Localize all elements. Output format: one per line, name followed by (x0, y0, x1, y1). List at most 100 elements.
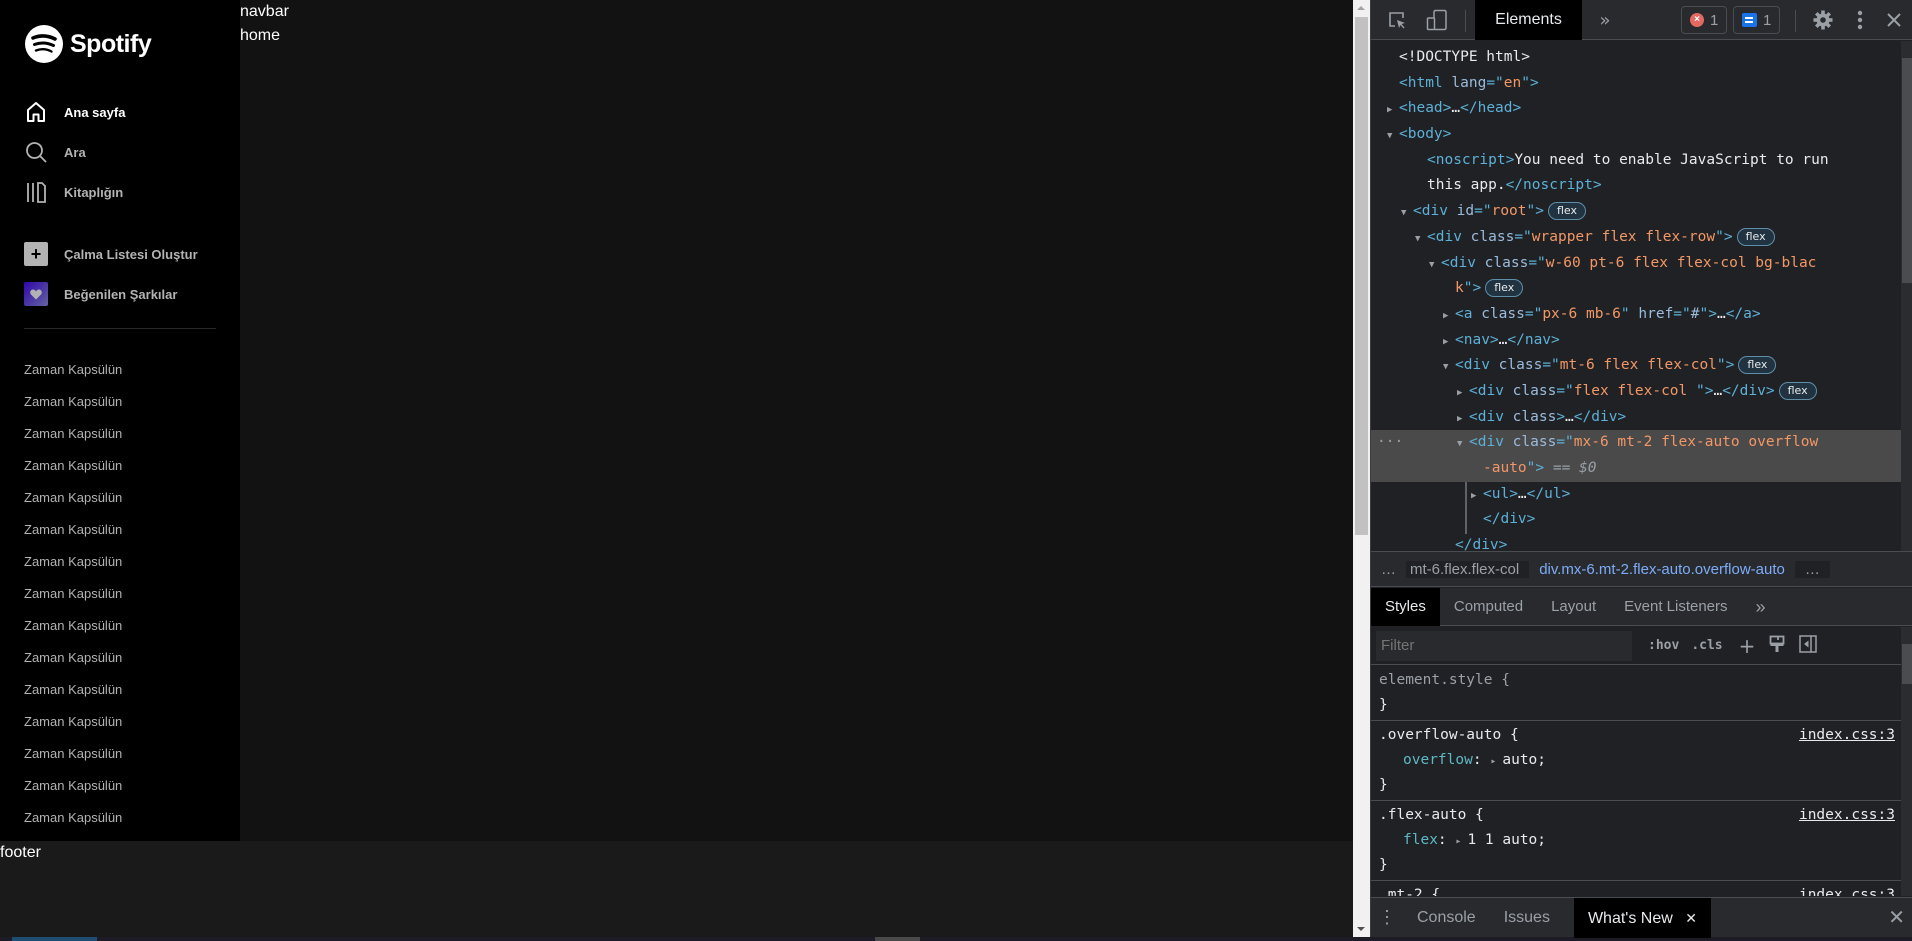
inspect-element-button[interactable] (1379, 0, 1415, 40)
collapse-triangle-icon[interactable]: ▼ (1429, 253, 1441, 279)
settings-button[interactable] (1805, 0, 1841, 40)
collapse-triangle-icon[interactable]: ▼ (1387, 124, 1399, 150)
expand-triangle-icon[interactable]: ▶ (1457, 407, 1469, 433)
playlist-item[interactable]: Zaman Kapsülün (24, 454, 216, 486)
tab-event-listeners[interactable]: Event Listeners (1610, 588, 1741, 626)
close-tab-icon[interactable]: ✕ (1685, 910, 1697, 926)
horizontal-scroll-thumb[interactable] (875, 937, 920, 941)
property-name[interactable]: overflow (1379, 752, 1473, 768)
expand-triangle-icon[interactable]: ▶ (1387, 98, 1399, 124)
rule-source-link[interactable]: index.css:3 (1799, 803, 1895, 828)
property-value[interactable]: 1 1 auto; (1467, 832, 1546, 848)
style-declaration[interactable]: flex: ▸ 1 1 auto; (1379, 828, 1893, 853)
breadcrumb-overflow-right[interactable]: … (1794, 560, 1830, 578)
paint-brush-icon[interactable] (1769, 635, 1785, 657)
tab-styles[interactable]: Styles (1371, 588, 1440, 626)
playlist-item[interactable]: Zaman Kapsülün (24, 742, 216, 774)
playlist-item[interactable]: Zaman Kapsülün (24, 678, 216, 710)
device-toolbar-button[interactable] (1419, 0, 1455, 40)
dom-node-line[interactable]: ▼ <div class="w-60 pt-6 flex flex-col bg-… (1371, 251, 1901, 277)
dom-node-line[interactable]: ▶ <head>…</head> (1371, 96, 1901, 122)
expand-triangle-icon[interactable]: ▶ (1443, 330, 1455, 356)
drawer-tab-console[interactable]: Console (1403, 898, 1490, 938)
playlist-item[interactable]: Zaman Kapsülün (24, 422, 216, 454)
drawer-menu-icon[interactable]: ⋮ (1371, 907, 1403, 928)
dom-tree-scrollbar[interactable] (1901, 41, 1912, 551)
drawer-tab-issues[interactable]: Issues (1490, 898, 1564, 938)
dom-scrollbar-thumb[interactable] (1902, 58, 1912, 283)
class-toggle[interactable]: .cls (1691, 638, 1722, 653)
expand-triangle-icon[interactable]: ▶ (1471, 484, 1483, 510)
hover-state-toggle[interactable]: :hov (1648, 638, 1679, 653)
dom-node-line[interactable]: ▼ <div class="mt-6 flex flex-col"> flex (1371, 353, 1901, 379)
expand-shorthand-icon[interactable]: ▸ (1455, 836, 1467, 847)
flex-badge[interactable]: flex (1738, 356, 1777, 375)
collapse-triangle-icon[interactable]: ▼ (1457, 432, 1469, 458)
collapse-triangle-icon[interactable]: ▼ (1415, 227, 1427, 253)
nav-item-search[interactable]: Ara (24, 132, 216, 172)
styles-filter-input[interactable] (1376, 630, 1632, 661)
nav-item-library[interactable]: Kitaplığın (24, 172, 216, 212)
playlist-item[interactable]: Zaman Kapsülün (24, 614, 216, 646)
tab-elements[interactable]: Elements (1475, 0, 1582, 40)
dom-node-line[interactable]: ··· ▼ <div class="mx-6 mt-2 flex-auto over… (1371, 430, 1901, 456)
customize-menu-button[interactable] (1845, 0, 1875, 40)
flex-badge[interactable]: flex (1736, 227, 1775, 246)
scroll-up-arrow-icon[interactable] (1357, 6, 1365, 10)
playlist-item[interactable]: Zaman Kapsülün (24, 582, 216, 614)
dom-node-line[interactable]: -auto"> == $0 (1371, 456, 1901, 482)
page-scrollbar-thumb[interactable] (1355, 17, 1368, 535)
expand-triangle-icon[interactable]: ▶ (1457, 381, 1469, 407)
flex-badge[interactable]: flex (1485, 279, 1524, 298)
playlist-item[interactable]: Zaman Kapsülün (24, 646, 216, 678)
dom-node-line[interactable]: </div> (1371, 533, 1901, 551)
dom-node-line[interactable]: ▼ <div id="root"> flex (1371, 199, 1901, 225)
toggle-sidebar-icon[interactable] (1799, 634, 1818, 657)
dom-node-line[interactable]: ▶ <a class="px-6 mb-6" href="#">…</a> (1371, 302, 1901, 328)
dom-node-line[interactable]: ▶ <ul>…</ul> (1371, 482, 1901, 508)
playlist-item[interactable]: Zaman Kapsülün (24, 518, 216, 550)
dom-node-line[interactable]: ▼ <div class="wrapper flex flex-row"> flex (1371, 225, 1901, 251)
messages-badge[interactable]: 1 (1733, 6, 1781, 34)
flex-badge[interactable]: flex (1778, 381, 1817, 400)
more-tabs-button[interactable]: » (1587, 0, 1623, 40)
property-name[interactable]: flex (1379, 832, 1438, 848)
styles-scrollbar[interactable] (1901, 627, 1912, 896)
breadcrumb-item[interactable]: mt-6.flex.flex-col (1406, 560, 1530, 578)
dom-node-line[interactable]: <!DOCTYPE html> (1371, 45, 1901, 71)
property-value[interactable]: auto; (1502, 752, 1546, 768)
playlist-item[interactable]: Zaman Kapsülün (24, 550, 216, 582)
create-playlist-button[interactable]: + Çalma Listesi Oluştur (24, 234, 216, 274)
close-drawer-icon[interactable]: ✕ (1888, 905, 1905, 930)
rule-source-link[interactable]: index.css:3 (1799, 883, 1895, 896)
more-panes-button[interactable]: » (1742, 588, 1780, 626)
dom-node-line[interactable]: this app.</noscript> (1371, 173, 1901, 199)
collapse-triangle-icon[interactable]: ▼ (1443, 355, 1455, 381)
expand-shorthand-icon[interactable]: ▸ (1490, 756, 1502, 767)
playlist-item[interactable]: Zaman Kapsülün (24, 358, 216, 390)
dom-node-line[interactable]: <noscript>You need to enable JavaScript … (1371, 148, 1901, 174)
playlist-item[interactable]: Zaman Kapsülün (24, 774, 216, 806)
spotify-logo-link[interactable]: Spotify (24, 24, 152, 64)
dom-node-line[interactable]: ▶ <nav>…</nav> (1371, 328, 1901, 354)
expand-triangle-icon[interactable]: ▶ (1443, 304, 1455, 330)
nav-item-home[interactable]: Ana sayfa (24, 92, 216, 132)
new-style-rule-icon[interactable]: + (1739, 634, 1756, 658)
errors-badge[interactable]: × 1 (1681, 6, 1728, 34)
style-declaration[interactable]: overflow: ▸ auto; (1379, 748, 1893, 773)
dom-node-line[interactable]: ▶ <div class="flex flex-col ">…</div> flex (1371, 379, 1901, 405)
dom-node-line[interactable]: <html lang="en"> (1371, 71, 1901, 97)
page-scrollbar[interactable] (1353, 0, 1370, 937)
playlist-item[interactable]: Zaman Kapsülün (24, 710, 216, 742)
flex-badge[interactable]: flex (1547, 202, 1586, 221)
dom-node-line[interactable]: </div> (1371, 507, 1901, 533)
styles-scrollbar-thumb[interactable] (1902, 644, 1912, 684)
dom-node-line[interactable]: k"> flex (1371, 276, 1901, 302)
dom-node-line[interactable]: ▼ <body> (1371, 122, 1901, 148)
dom-node-line[interactable]: ▶ <div class>…</div> (1371, 405, 1901, 431)
collapse-triangle-icon[interactable]: ▼ (1401, 201, 1413, 227)
rule-source-link[interactable]: index.css:3 (1799, 723, 1895, 748)
tab-layout[interactable]: Layout (1537, 588, 1610, 626)
rule-selector[interactable]: element.style { (1379, 668, 1893, 693)
breadcrumb-item-current[interactable]: div.mx-6.mt-2.flex-auto.overflow-auto (1529, 561, 1795, 578)
